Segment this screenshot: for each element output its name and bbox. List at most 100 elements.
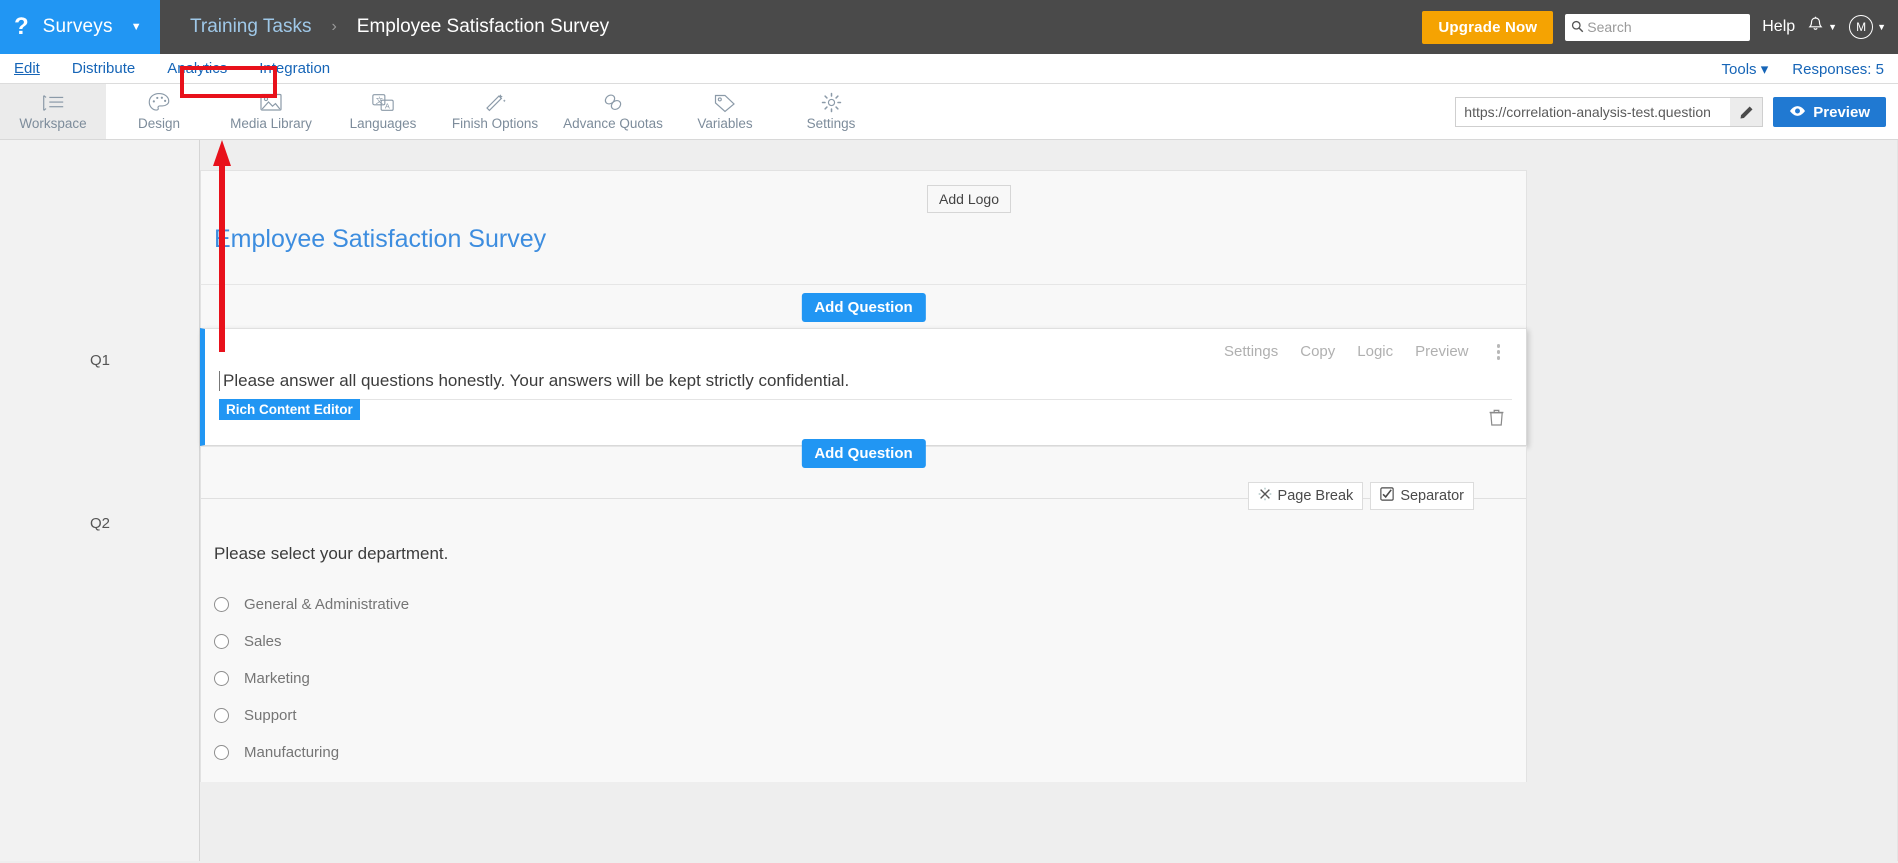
upgrade-now-button[interactable]: Upgrade Now — [1422, 10, 1554, 44]
radio-icon[interactable] — [214, 745, 229, 760]
survey-canvas: Q1 Q2 Add Logo Employee Satisfaction Sur… — [0, 140, 1898, 861]
tools-menu[interactable]: Tools ▾ — [1722, 60, 1769, 78]
toolbar-item-design[interactable]: Design — [106, 84, 212, 139]
toolbar-label-settings: Settings — [806, 116, 856, 131]
breadcrumb: Training Tasks › Employee Satisfaction S… — [190, 16, 609, 38]
page-break-label: Page Break — [1277, 488, 1354, 504]
option-label: Support — [244, 707, 297, 724]
question-actions-q1: Settings Copy Logic Preview — [1224, 342, 1506, 362]
tools-label: Tools — [1721, 61, 1757, 78]
svg-text:文: 文 — [376, 96, 384, 105]
brand-surveys-menu[interactable]: ? Surveys ▼ — [0, 0, 160, 54]
link-icon — [601, 92, 625, 113]
translate-icon: 文A — [371, 92, 395, 113]
question-number-q2: Q2 — [89, 515, 110, 532]
radio-icon[interactable] — [214, 671, 229, 686]
edit-pencil-icon[interactable] — [1730, 98, 1763, 126]
survey-url-bar[interactable] — [1455, 97, 1764, 127]
search-box[interactable] — [1565, 13, 1769, 41]
palette-icon — [147, 92, 171, 113]
option-label: Marketing — [244, 670, 310, 687]
preview-button-label: Preview — [1813, 103, 1870, 121]
toolbar-item-settings[interactable]: Settings — [778, 84, 884, 139]
question-divider — [219, 399, 1512, 400]
account-menu[interactable]: M ▼ — [1849, 15, 1886, 39]
option-row[interactable]: Manufacturing — [201, 734, 1526, 771]
magic-wand-icon — [483, 92, 507, 113]
radio-icon[interactable] — [214, 708, 229, 723]
gear-icon — [820, 92, 843, 113]
question-number-column — [0, 140, 200, 861]
responses-count-link[interactable]: Responses: 5 — [1792, 61, 1884, 78]
break-buttons: Page Break Separator — [1247, 482, 1474, 510]
help-link[interactable]: Help — [1762, 18, 1795, 36]
section-tab-bar: Edit Distribute Analytics Integration To… — [0, 54, 1898, 98]
question-card-q1[interactable]: Settings Copy Logic Preview Please answe… — [200, 328, 1527, 446]
question-action-preview[interactable]: Preview — [1415, 343, 1468, 360]
avatar: M — [1849, 15, 1874, 39]
question-action-settings[interactable]: Settings — [1224, 343, 1278, 360]
tab-integration[interactable]: Integration — [243, 60, 346, 77]
question-text-q1[interactable]: Please answer all questions honestly. Yo… — [219, 371, 849, 391]
survey-title[interactable]: Employee Satisfaction Survey — [201, 225, 1526, 254]
search-icon — [1571, 20, 1584, 35]
option-row[interactable]: Marketing — [201, 660, 1526, 697]
toolbar-item-languages[interactable]: 文A Languages — [330, 84, 436, 139]
tab-analytics[interactable]: Analytics — [151, 60, 243, 77]
add-question-button-top[interactable]: Add Question — [801, 293, 926, 322]
bell-icon — [1807, 16, 1824, 39]
product-logo-icon: ? — [14, 13, 29, 40]
add-question-band-bottom: Add Question — [200, 439, 1527, 476]
toolbar-item-media-library[interactable]: Media Library — [212, 84, 330, 139]
separator-button[interactable]: Separator — [1370, 482, 1474, 510]
preview-button[interactable]: Preview — [1773, 97, 1886, 127]
eye-icon — [1789, 104, 1806, 121]
option-label: Manufacturing — [244, 744, 340, 761]
tab-edit[interactable]: Edit — [0, 60, 56, 77]
toolbar-label-languages: Languages — [349, 116, 417, 131]
toolbar-label-media-library: Media Library — [230, 116, 312, 131]
add-question-button-bottom[interactable]: Add Question — [801, 439, 926, 468]
rich-content-editor-badge[interactable]: Rich Content Editor — [219, 399, 360, 420]
separator-checkbox-icon — [1380, 487, 1395, 505]
toolbar-label-workspace: Workspace — [19, 115, 87, 131]
option-label: Sales — [244, 633, 282, 650]
option-row[interactable]: General & Administrative — [201, 586, 1526, 623]
notifications-menu[interactable]: ▼ — [1807, 16, 1837, 39]
section-tabs: Edit Distribute Analytics Integration — [0, 60, 346, 77]
question-text-q2[interactable]: Please select your department. — [201, 544, 1526, 564]
workspace-icon — [40, 93, 66, 113]
page-break-button[interactable]: Page Break — [1247, 482, 1364, 510]
top-navigation-bar: ? Surveys ▼ Training Tasks › Employee Sa… — [0, 0, 1898, 54]
radio-icon[interactable] — [214, 597, 229, 612]
delete-question-icon[interactable] — [1489, 409, 1504, 431]
toolbar-label-design: Design — [137, 116, 181, 131]
more-options-icon[interactable] — [1491, 342, 1507, 362]
tab-distribute[interactable]: Distribute — [56, 60, 151, 77]
chevron-down-icon: ▼ — [1877, 22, 1886, 32]
survey-builder-card: Add Logo Employee Satisfaction Survey Ad… — [200, 170, 1527, 782]
toolbar-item-finish-options[interactable]: Finish Options — [436, 84, 554, 139]
toolbar-label-variables: Variables — [697, 116, 753, 131]
survey-url-input[interactable] — [1456, 104, 1731, 120]
top-bar-right-cluster: Upgrade Now Help ▼ M ▼ — [1422, 0, 1886, 54]
toolbar-item-workspace[interactable]: Workspace — [0, 84, 106, 139]
question-number-q1: Q1 — [89, 352, 110, 369]
option-row[interactable]: Support — [201, 697, 1526, 734]
separator-label: Separator — [1400, 488, 1464, 504]
toolbar-item-variables[interactable]: Variables — [672, 84, 778, 139]
add-logo-button[interactable]: Add Logo — [927, 185, 1011, 213]
question-card-q2[interactable]: Please select your department. General &… — [200, 522, 1527, 782]
page-break-separator-row: Page Break Separator — [200, 476, 1527, 522]
breadcrumb-parent-link[interactable]: Training Tasks — [190, 16, 311, 38]
svg-text:A: A — [385, 102, 390, 111]
search-input[interactable] — [1587, 19, 1769, 35]
toolbar-item-advance-quotas[interactable]: Advance Quotas — [554, 84, 672, 139]
option-row[interactable]: Sales — [201, 623, 1526, 660]
option-label: General & Administrative — [244, 596, 410, 613]
radio-icon[interactable] — [214, 634, 229, 649]
question-action-copy[interactable]: Copy — [1300, 343, 1335, 360]
question-action-logic[interactable]: Logic — [1357, 343, 1393, 360]
image-icon — [259, 92, 283, 113]
editor-toolbar: Workspace Design Media Library 文A Langua… — [0, 84, 1898, 140]
